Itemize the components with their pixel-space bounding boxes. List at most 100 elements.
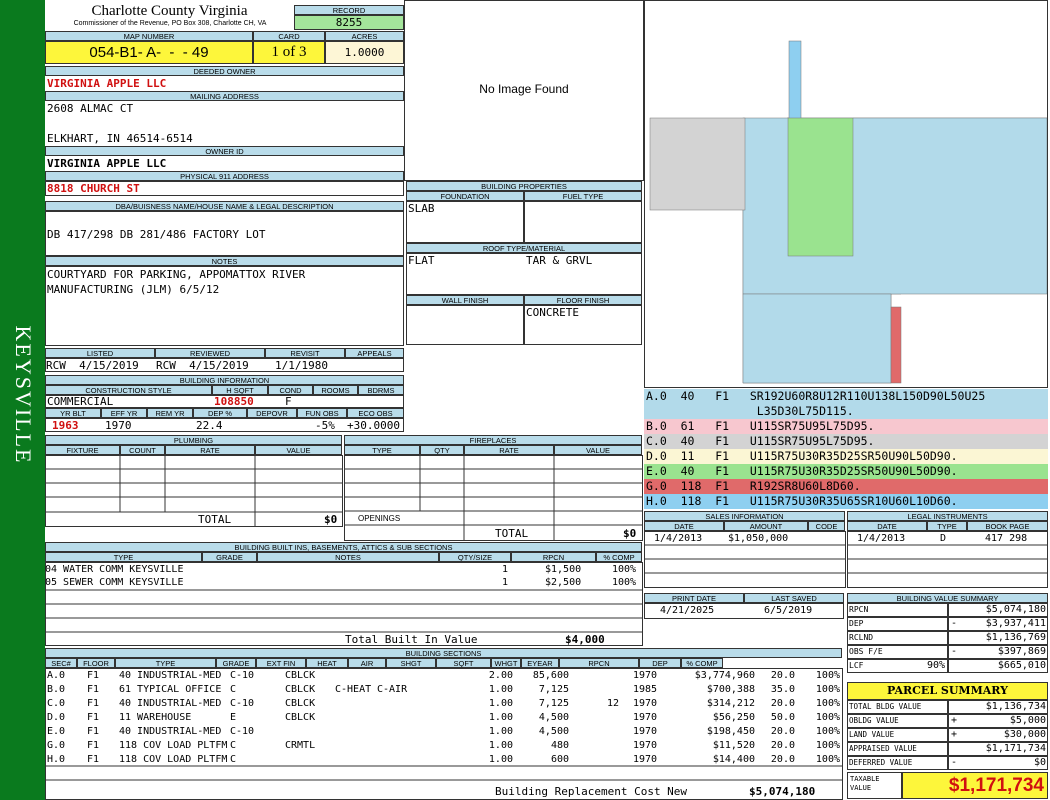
section-cell: 20.0 (770, 726, 795, 737)
roof-type: FLAT (408, 254, 435, 267)
record-label: RECORD (294, 5, 404, 15)
builtin-row-comp-1: 100% (612, 564, 637, 575)
section-cell: 1970 (633, 726, 658, 737)
section-cell: 1.00 (488, 684, 513, 695)
effyr-label: EFF YR (101, 408, 147, 418)
acres-value: 1.0000 (325, 41, 404, 64)
mailing-line-1: 2608 ALMAC CT (47, 102, 134, 115)
sketch-code-row: B.0 61 F1 U115SR75U95L75D95. (644, 419, 1048, 434)
builtins-total-label: Total Built In Value (345, 633, 478, 646)
parcel-value: $30,000 (1003, 729, 1046, 740)
section-cell: 100% (815, 712, 840, 723)
sketch-code-row: A.0 40 F1 SR192U60R8U12R110U138L150D90L5… (644, 389, 1048, 404)
county-title: Charlotte County Virginia (91, 3, 248, 19)
section-cell: 480 (550, 740, 569, 751)
section-cell: $11,520 (712, 740, 755, 751)
section-cell: 50.0 (770, 712, 795, 723)
parcel-label: APPRAISED VALUE (849, 744, 917, 753)
sketch-code-row: H.0 118 F1 U115R75U30R35U65SR10U60L10D60… (644, 494, 1048, 509)
ecoobs-label: ECO OBS (347, 408, 404, 418)
bvs-value: $5,074,180 (985, 604, 1046, 615)
hsqft-label: H SQFT (212, 385, 268, 395)
listed-label: LISTED (45, 348, 155, 358)
hsqft-value: 108850 (214, 395, 254, 408)
builtins-col-rpcn: RPCN (511, 552, 596, 562)
appeals-label: APPEALS (345, 348, 404, 358)
building-info-label: BUILDING INFORMATION (45, 375, 404, 385)
sketch-code-row: C.0 40 F1 U115SR75U95L75D95. (644, 434, 1048, 449)
funobs-label: FUN OBS (297, 408, 347, 418)
builtins-col-type: TYPE (45, 552, 202, 562)
foundation-label: FOUNDATION (406, 191, 524, 201)
section-cell: C (230, 740, 237, 751)
section-cell: 1.00 (488, 712, 513, 723)
section-cell: 1970 (633, 712, 658, 723)
section-cell: 35.0 (770, 684, 795, 695)
sidebar: KEYSVILLE (0, 0, 45, 800)
legal-col-book: BOOK PAGE (967, 521, 1048, 531)
section-cell: 118 COV LOAD PLTFM (119, 754, 228, 765)
bvs-value: $397,869 (997, 646, 1046, 657)
sections-label: BUILDING SECTIONS (45, 648, 842, 658)
fireplaces-label: FIREPLACES (344, 435, 642, 445)
district-label: KEYSVILLE (11, 325, 36, 465)
legal-book-page: 417 298 (985, 533, 1028, 544)
section-cell: 100% (815, 754, 840, 765)
depovr-label: DEPOVR (247, 408, 297, 418)
mailing-address-label: MAILING ADDRESS (45, 91, 404, 101)
plumbing-total: $0 (324, 513, 338, 526)
notes-line-1: COURTYARD FOR PARKING, APPOMATTOX RIVER (47, 268, 306, 281)
county-subtitle: Commissioner of the Revenue, PO Box 308,… (73, 20, 267, 27)
revisit-value: 1/1/1980 (275, 359, 328, 372)
construction-style-label: CONSTRUCTION STYLE (45, 385, 212, 395)
reviewed-label: REVIEWED (155, 348, 265, 358)
deeded-owner: VIRGINIA APPLE LLC (47, 77, 167, 90)
fireplace-col-type: TYPE (344, 445, 420, 455)
cond-label: COND (268, 385, 313, 395)
taxable-label: TAXABLE VALUE (850, 775, 880, 792)
sections-col-0: SEC# (45, 658, 77, 668)
no-image-text: No Image Found (479, 82, 569, 96)
sections-col-11: RPCN (559, 658, 639, 668)
bvs-sign: - (951, 646, 958, 657)
notes-line-2: MANUFACTURING (JLM) 6/5/12 (47, 283, 220, 296)
section-cell: G.0 (47, 740, 66, 751)
remyr-label: REM YR (147, 408, 193, 418)
sale-date: 1/4/2013 (654, 533, 703, 544)
section-cell: F1 (87, 684, 100, 695)
sales-label: SALES INFORMATION (644, 511, 845, 521)
legal-label: DBA/BUISNESS NAME/HOUSE NAME & LEGAL DES… (45, 201, 404, 211)
section-cell: C-10 (230, 726, 255, 737)
section-cell: E.0 (47, 726, 66, 737)
section-cell: $3,774,960 (694, 670, 755, 681)
sections-col-13: % COMP (681, 658, 723, 668)
fireplace-col-qty: QTY (420, 445, 464, 455)
section-cell: 20.0 (770, 670, 795, 681)
wall-finish-label: WALL FINISH (406, 295, 524, 305)
print-date: 4/21/2025 (660, 605, 715, 616)
section-cell: B.0 (47, 684, 66, 695)
section-cell: $700,388 (706, 684, 755, 695)
section-cell: 100% (815, 698, 840, 709)
sections-col-3: GRADE (216, 658, 256, 668)
sketch-code-row: G.0 118 F1 R192SR8U60L8D60. (644, 479, 1048, 494)
builtins-total: $4,000 (565, 633, 605, 646)
fuel-type-label: FUEL TYPE (524, 191, 642, 201)
section-cell: $14,400 (712, 754, 755, 765)
card-label: CARD (253, 31, 325, 41)
fireplace-col-value: VALUE (554, 445, 642, 455)
revisit-label: REVISIT (265, 348, 345, 358)
floor-finish-value: CONCRETE (526, 306, 579, 319)
section-cell: 61 TYPICAL OFFICE (119, 684, 222, 695)
section-h-shape (788, 40, 802, 120)
year-built: 1963 (52, 419, 79, 432)
builtins-col-comp: % COMP (596, 552, 642, 562)
sections-col-6: AIR (348, 658, 386, 668)
roof-material: TAR & GRVL (526, 254, 593, 267)
sections-col-12: DEP (639, 658, 681, 668)
sales-col-date: DATE (644, 521, 724, 531)
builtin-row-type-1: 04 WATER COMM KEYSVILLE (45, 564, 184, 575)
section-cell: 40 INDUSTRIAL-MED (119, 698, 222, 709)
plumbing-label: PLUMBING (45, 435, 342, 445)
section-cell: $56,250 (712, 712, 755, 723)
